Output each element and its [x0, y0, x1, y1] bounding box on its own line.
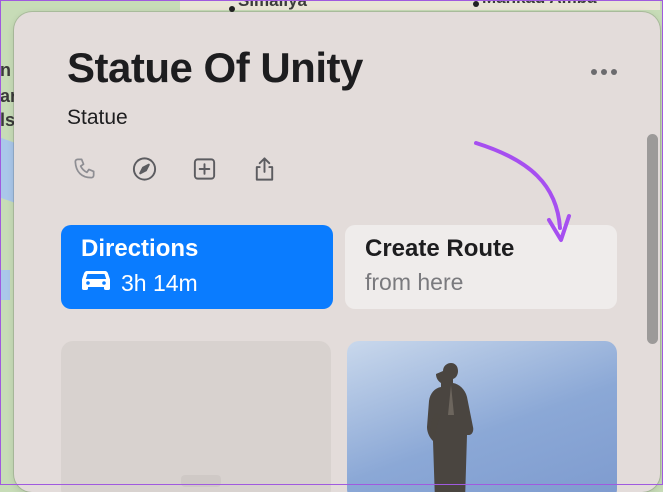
place-category: Statue — [67, 106, 128, 129]
create-route-sublabel: from here — [365, 269, 464, 295]
add-icon[interactable] — [191, 154, 218, 184]
more-options-button[interactable] — [586, 61, 622, 83]
directions-label: Directions — [81, 235, 199, 262]
car-icon — [81, 269, 111, 297]
map-label-fragment: n — [0, 60, 11, 80]
statue-photo[interactable] — [347, 341, 617, 492]
directions-eta-row: 3h 14m — [81, 269, 198, 297]
scrollbar-thumb[interactable] — [647, 134, 658, 344]
more-dot — [591, 69, 597, 75]
more-dot — [611, 69, 617, 75]
directions-eta: 3h 14m — [121, 269, 198, 296]
quick-actions — [71, 154, 278, 184]
place-title: Statue Of Unity — [67, 44, 363, 91]
map-label-mankad-amba: Mankad Amba — [482, 0, 597, 8]
more-dot — [601, 69, 607, 75]
photo-loading-indicator — [181, 475, 221, 487]
map-label-fragment: ls — [0, 110, 16, 130]
compass-icon[interactable] — [131, 154, 158, 184]
place-card: Statue Of Unity Statue Directions 3h 14m… — [14, 12, 660, 492]
map-pin — [473, 1, 479, 7]
map-label-simaliya: Simaliya — [238, 0, 307, 10]
phone-icon[interactable] — [71, 154, 98, 184]
statue-image — [427, 363, 474, 492]
create-route-label: Create Route — [365, 235, 515, 262]
directions-button[interactable]: Directions 3h 14m — [61, 225, 333, 309]
share-icon[interactable] — [251, 154, 278, 184]
create-route-button[interactable]: Create Route from here — [345, 225, 617, 309]
photo-placeholder[interactable] — [61, 341, 331, 492]
